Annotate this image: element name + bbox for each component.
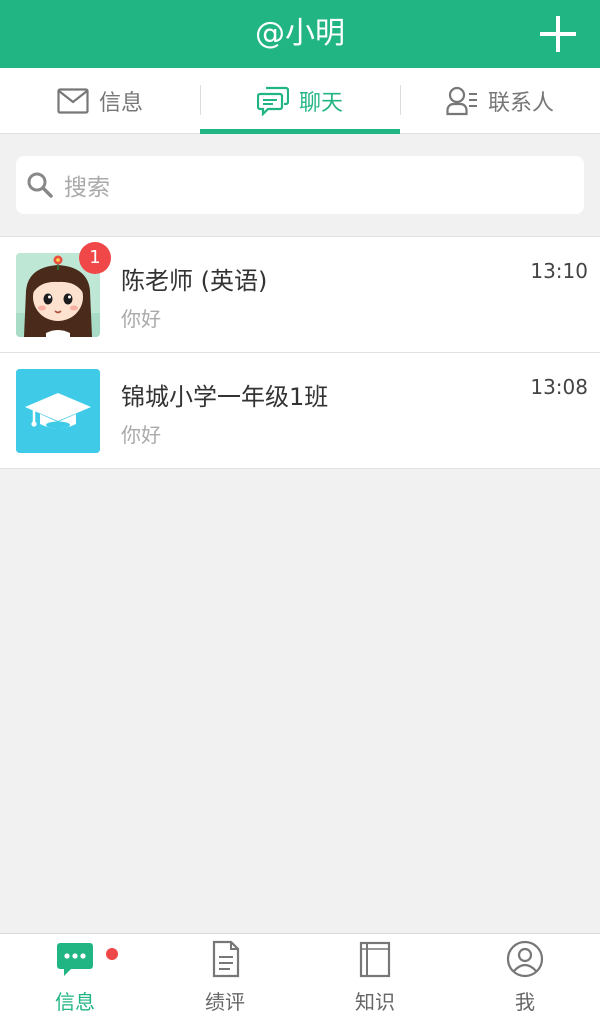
nav-label: 绩评 <box>205 990 245 1014</box>
last-message: 你好 <box>121 307 161 331</box>
tab-chat-label: 聊天 <box>298 91 343 116</box>
chat-icon <box>256 86 289 116</box>
user-icon <box>506 940 544 978</box>
nav-item-me[interactable]: 我 <box>450 934 600 1020</box>
avatar <box>16 369 100 453</box>
mail-icon <box>57 88 89 114</box>
nav-item-evaluation[interactable]: 绩评 <box>150 934 300 1020</box>
search-placeholder: 搜索 <box>64 175 110 201</box>
document-icon <box>212 940 240 978</box>
bottom-nav: 信息 绩评 知识 我 <box>0 933 600 1020</box>
book-icon <box>359 941 391 978</box>
active-tab-indicator <box>200 129 400 134</box>
add-icon[interactable] <box>538 14 578 54</box>
chat-list: 1 陈老师 (英语) 你好 13:10 锦城小学一年级1班 你好 13:08 <box>0 236 600 469</box>
graduation-cap-icon <box>16 369 100 453</box>
page-title: @小明 <box>255 16 345 51</box>
chat-name: 锦城小学一年级1班 <box>121 383 329 411</box>
nav-label: 知识 <box>355 990 395 1014</box>
top-tab-bar: 信息 聊天 联系人 <box>0 68 600 134</box>
search-bar[interactable]: 搜索 <box>16 156 584 214</box>
message-time: 13:10 <box>530 259 588 283</box>
tab-contacts-label: 联系人 <box>487 91 554 116</box>
nav-label: 我 <box>515 990 535 1014</box>
unread-badge: 1 <box>79 242 111 274</box>
contacts-icon <box>446 86 477 116</box>
notification-dot <box>106 948 118 960</box>
nav-item-messages[interactable]: 信息 <box>0 934 150 1020</box>
message-time: 13:08 <box>530 375 588 399</box>
tab-info[interactable]: 信息 <box>0 68 200 134</box>
tab-chat[interactable]: 聊天 <box>200 68 400 134</box>
message-icon <box>57 943 93 976</box>
list-item[interactable]: 1 陈老师 (英语) 你好 13:10 <box>0 237 600 353</box>
search-icon <box>27 172 53 198</box>
chat-name: 陈老师 (英语) <box>121 267 268 295</box>
nav-label: 信息 <box>55 990 95 1014</box>
nav-item-knowledge[interactable]: 知识 <box>300 934 450 1020</box>
last-message: 你好 <box>121 423 161 447</box>
app-header: @小明 <box>0 0 600 68</box>
tab-contacts[interactable]: 联系人 <box>400 68 600 134</box>
tab-info-label: 信息 <box>98 91 143 116</box>
list-item[interactable]: 锦城小学一年级1班 你好 13:08 <box>0 353 600 469</box>
